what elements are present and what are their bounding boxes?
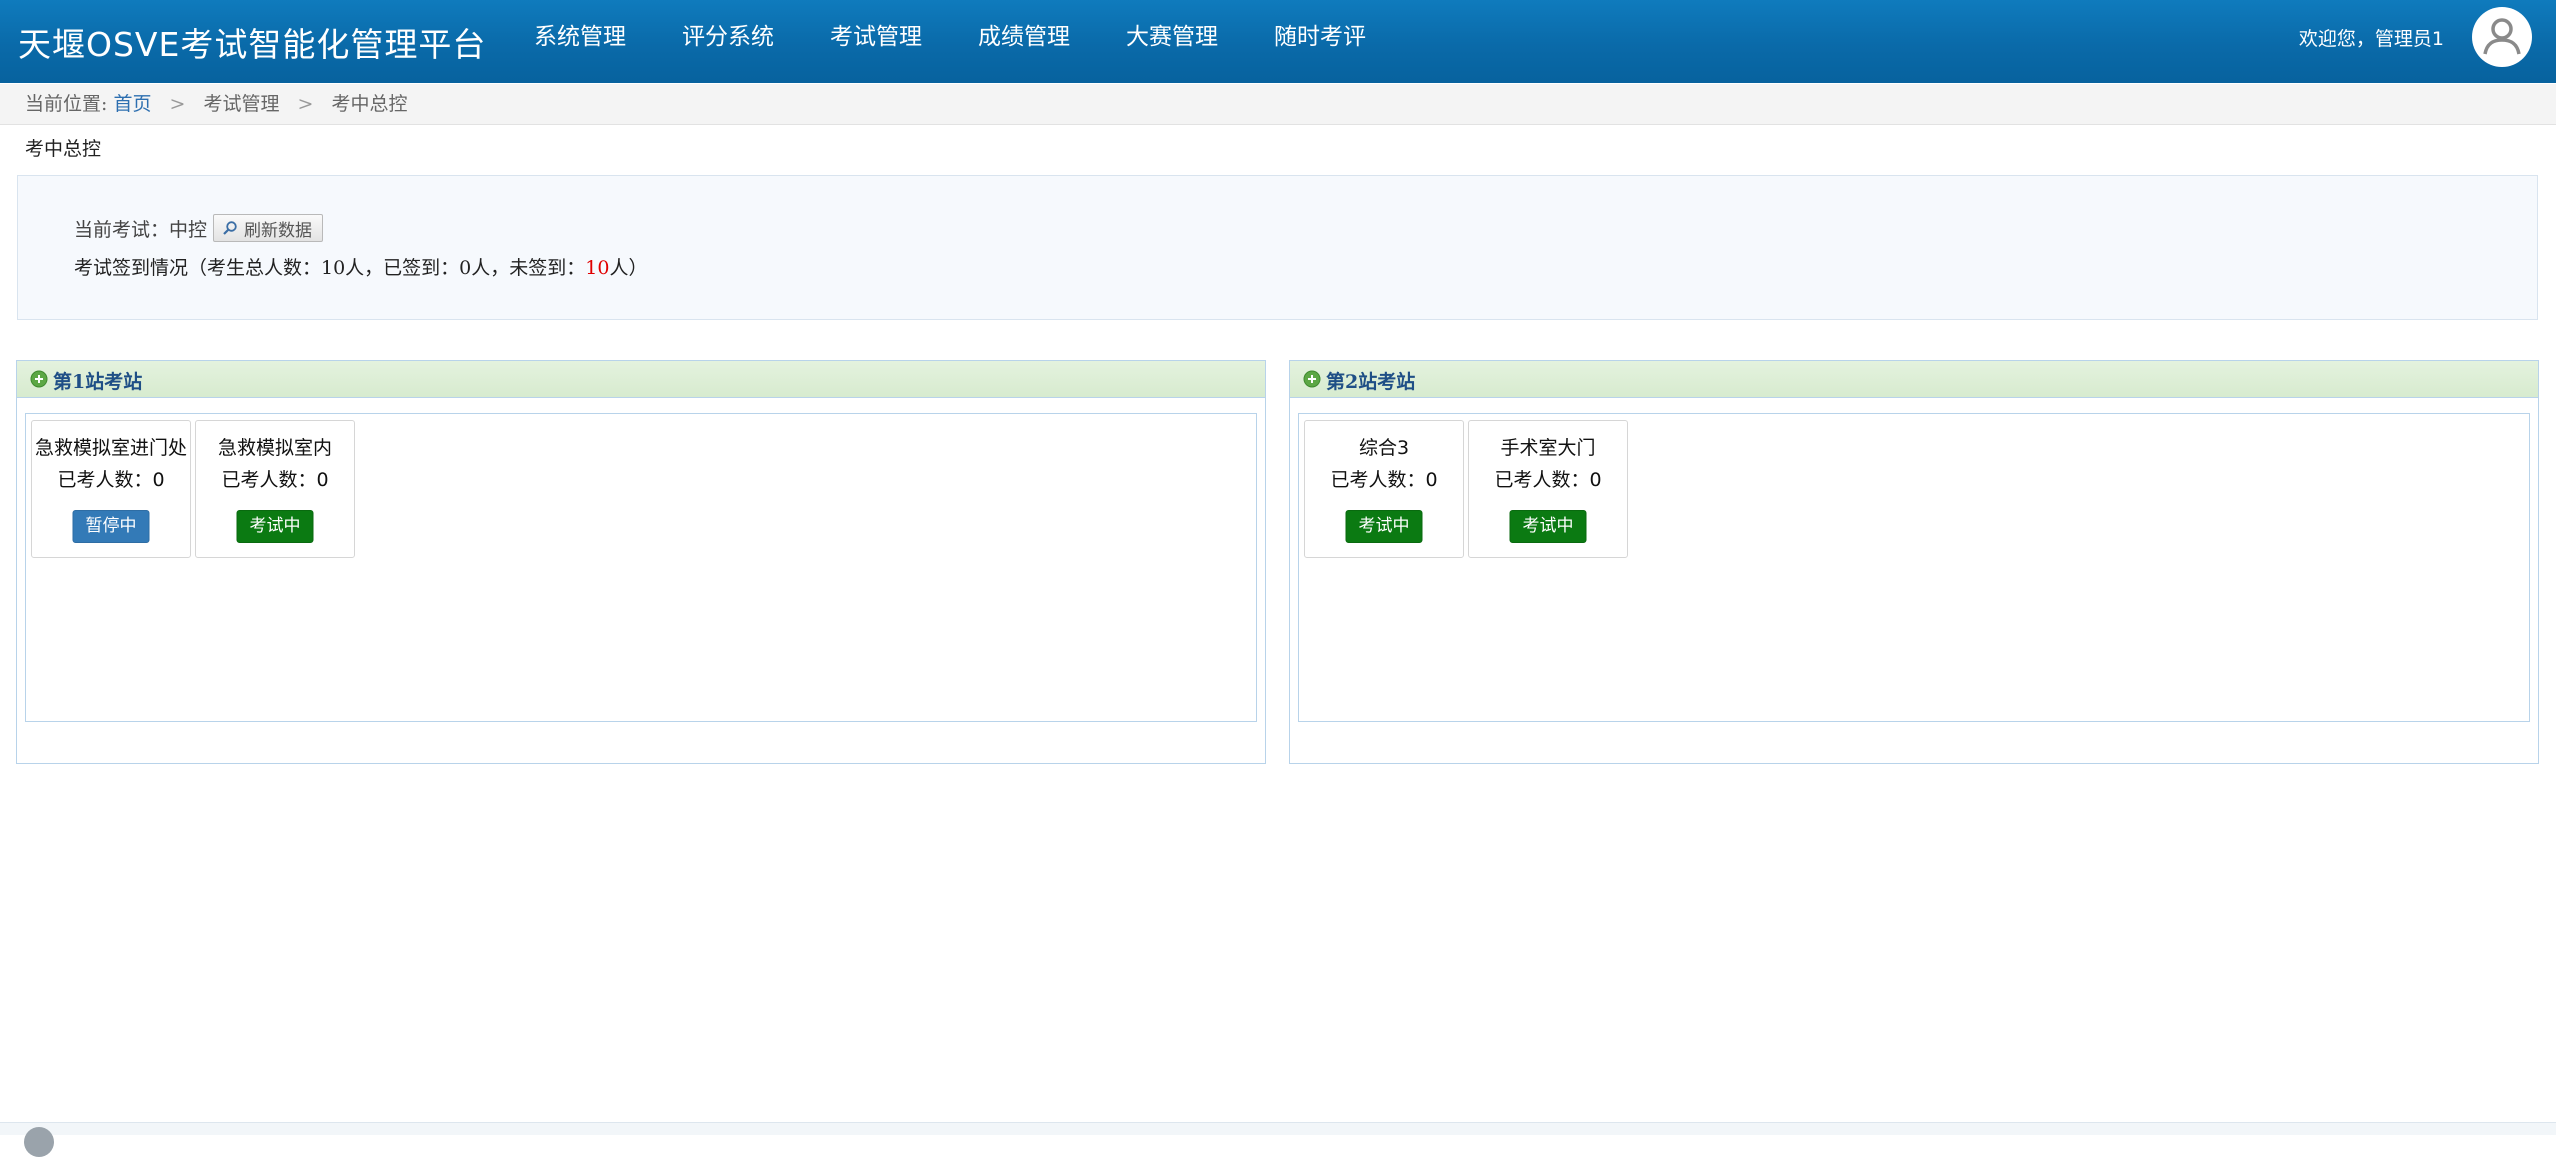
plus-circle-icon[interactable] — [30, 370, 48, 388]
plus-circle-icon[interactable] — [1303, 370, 1321, 388]
top-header: 天堰OSVE考试智能化管理平台 系统管理 评分系统 考试管理 成绩管理 大赛管理… — [0, 0, 2556, 83]
nav-competition-management[interactable]: 大赛管理 — [1098, 0, 1246, 83]
signin-prefix: 考试签到情况（考生总人数：10人，已签到：0人，未签到： — [74, 257, 586, 279]
nav-scoring-system[interactable]: 评分系统 — [654, 0, 802, 83]
station-panel-1: 第1站考站 急救模拟室进门处 已考人数：0 暂停中 急救模拟室内 已考人数：0 … — [16, 360, 1266, 764]
chevron-right-icon: > — [297, 93, 314, 115]
room-card: 综合3 已考人数：0 考试中 — [1304, 420, 1464, 558]
station-rooms-area: 急救模拟室进门处 已考人数：0 暂停中 急救模拟室内 已考人数：0 考试中 — [25, 413, 1257, 722]
room-exam-count: 已考人数：0 — [1494, 469, 1602, 491]
station-panel-2: 第2站考站 综合3 已考人数：0 考试中 手术室大门 已考人数：0 考试中 — [1289, 360, 2539, 764]
page-title: 考中总控 — [25, 138, 102, 160]
current-exam-row: 当前考试：中控 刷新数据 — [74, 214, 324, 242]
refresh-data-button[interactable]: 刷新数据 — [213, 214, 324, 242]
app-title: 天堰OSVE考试智能化管理平台 — [18, 25, 487, 64]
nav-system-management[interactable]: 系统管理 — [506, 0, 654, 83]
main-nav: 系统管理 评分系统 考试管理 成绩管理 大赛管理 随时考评 — [506, 0, 1394, 83]
footer-bar — [0, 1122, 2556, 1157]
room-exam-count: 已考人数：0 — [1330, 469, 1438, 491]
nav-anytime-evaluation[interactable]: 随时考评 — [1246, 0, 1394, 83]
station-title: 第1站考站 — [53, 371, 143, 393]
room-name: 急救模拟室内 — [217, 437, 332, 459]
room-status-paused-button[interactable]: 暂停中 — [72, 510, 150, 543]
station-rooms-area: 综合3 已考人数：0 考试中 手术室大门 已考人数：0 考试中 — [1298, 413, 2530, 722]
station-header: 第2站考站 — [1290, 361, 2538, 398]
room-name: 综合3 — [1358, 437, 1410, 459]
breadcrumb-current: 考中总控 — [331, 93, 408, 115]
current-exam-label: 当前考试：中控 — [74, 218, 208, 241]
unsigned-count: 10 — [585, 257, 610, 279]
nav-exam-management[interactable]: 考试管理 — [802, 0, 950, 83]
search-icon — [223, 221, 237, 235]
chevron-right-icon: > — [169, 93, 186, 115]
station-title: 第2站考站 — [1326, 371, 1416, 393]
room-status-active-button[interactable]: 考试中 — [1345, 510, 1423, 543]
room-card: 急救模拟室内 已考人数：0 考试中 — [195, 420, 355, 558]
room-name: 急救模拟室进门处 — [34, 437, 187, 459]
breadcrumb-exam-management[interactable]: 考试管理 — [203, 93, 279, 115]
signin-status: 考试签到情况（考生总人数：10人，已签到：0人，未签到：10人） — [74, 253, 647, 280]
room-exam-count: 已考人数：0 — [57, 469, 165, 491]
breadcrumb-prefix: 当前位置: — [25, 93, 108, 115]
signin-suffix: 人） — [609, 257, 648, 279]
breadcrumb-home-link[interactable]: 首页 — [113, 93, 151, 115]
nav-score-management[interactable]: 成绩管理 — [950, 0, 1098, 83]
room-status-active-button[interactable]: 考试中 — [236, 510, 314, 543]
refresh-data-label: 刷新数据 — [244, 220, 313, 241]
breadcrumb: 当前位置: 首页 > 考试管理 > 考中总控 — [0, 84, 2556, 125]
room-name: 手术室大门 — [1500, 437, 1596, 459]
room-card: 手术室大门 已考人数：0 考试中 — [1468, 420, 1628, 558]
station-header: 第1站考站 — [17, 361, 1265, 398]
room-exam-count: 已考人数：0 — [221, 469, 329, 491]
welcome-text: 欢迎您，管理员1 — [2298, 28, 2444, 50]
user-avatar-icon[interactable] — [2472, 7, 2532, 67]
room-card: 急救模拟室进门处 已考人数：0 暂停中 — [31, 420, 191, 558]
footer-logo-icon — [24, 1127, 54, 1157]
exam-info-panel: 当前考试：中控 刷新数据 考试签到情况（考生总人数：10人，已签到：0人，未签到… — [17, 175, 2538, 320]
room-status-active-button[interactable]: 考试中 — [1509, 510, 1587, 543]
